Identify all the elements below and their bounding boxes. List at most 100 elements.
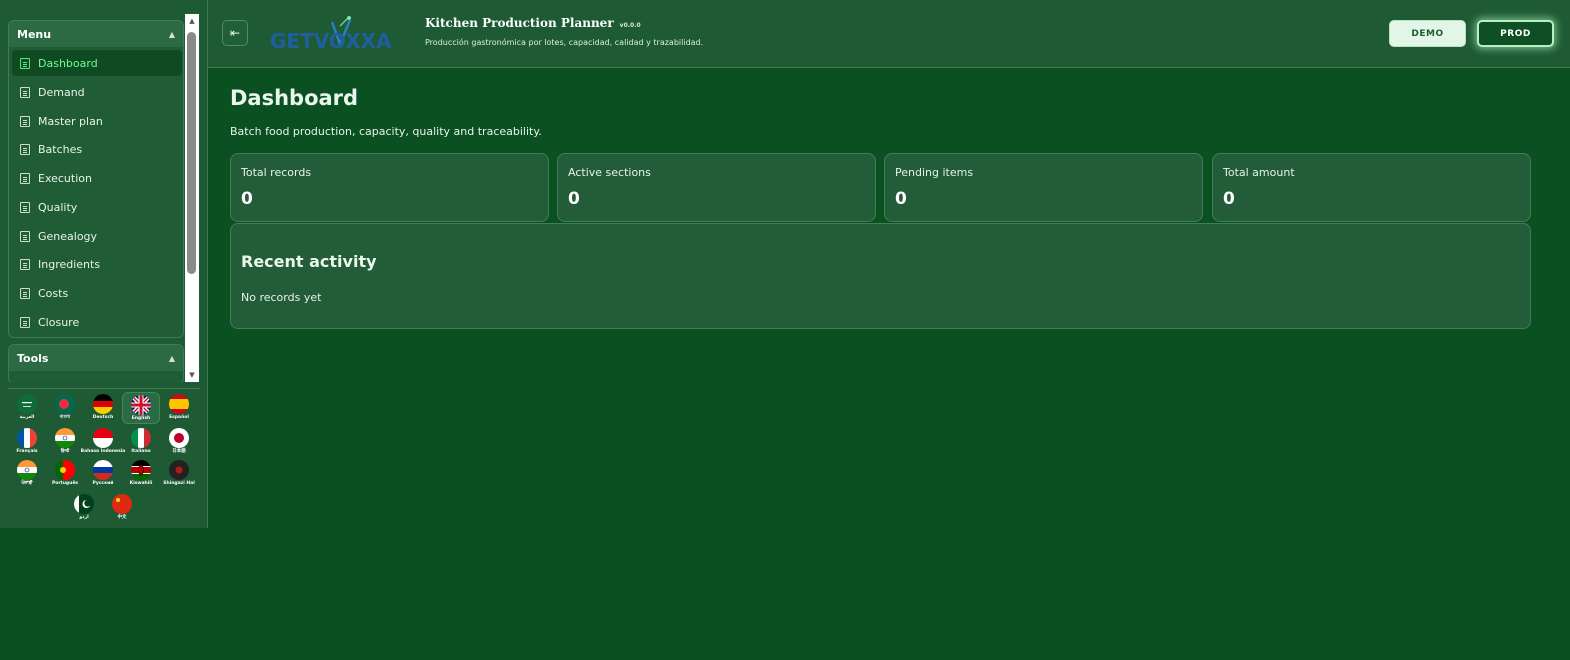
indonesia-flag-icon bbox=[93, 428, 113, 448]
sidebar-item-label: Batches bbox=[38, 142, 83, 156]
sidebar-item-batches[interactable]: Batches bbox=[12, 136, 182, 162]
sidebar-scrollbar[interactable]: ▲ ▼ bbox=[185, 14, 199, 382]
language-german[interactable]: Deutsch bbox=[84, 392, 122, 424]
language-english[interactable]: English bbox=[122, 392, 160, 424]
language-portuguese[interactable]: Português bbox=[46, 458, 84, 490]
sidebar-item-label: Execution bbox=[38, 171, 92, 185]
germany-flag-icon bbox=[93, 394, 113, 414]
language-italian[interactable]: Italiano bbox=[122, 426, 160, 458]
sidebar-item-master-plan[interactable]: Master plan bbox=[12, 108, 182, 134]
menu-section: Menu ▲ Dashboard Demand Master plan Batc… bbox=[8, 20, 184, 338]
document-icon bbox=[20, 86, 30, 98]
language-label: ਪੰਜਾਬੀ bbox=[21, 481, 33, 486]
sidebar-item-genealogy[interactable]: Genealogy bbox=[12, 223, 182, 249]
pakistan-flag-icon bbox=[74, 494, 94, 514]
sidebar-item-execution[interactable]: Execution bbox=[12, 165, 182, 191]
collapse-caret-icon: ▲ bbox=[168, 353, 175, 363]
stat-value: 0 bbox=[568, 189, 580, 209]
app-subtitle: Producción gastronómica por lotes, capac… bbox=[425, 38, 704, 47]
stat-card-total-records: Total records 0 bbox=[230, 153, 549, 222]
sidebar-toggle-button[interactable]: ⇤ bbox=[222, 20, 248, 46]
language-swahili[interactable]: Kiswahili bbox=[122, 458, 160, 490]
tools-header[interactable]: Tools ▲ bbox=[9, 345, 183, 371]
france-flag-icon bbox=[17, 428, 37, 448]
scroll-up-arrow-icon[interactable]: ▲ bbox=[185, 14, 199, 28]
sidebar-item-label: Closure bbox=[38, 315, 80, 329]
stat-value: 0 bbox=[241, 189, 253, 209]
japan-flag-icon bbox=[169, 428, 189, 448]
document-icon bbox=[20, 316, 30, 328]
saudi-flag-icon bbox=[17, 394, 37, 414]
document-icon bbox=[20, 143, 30, 155]
language-japanese[interactable]: 日本語 bbox=[160, 426, 198, 458]
uk-flag-icon bbox=[131, 395, 151, 415]
page-subtitle: Batch food production, capacity, quality… bbox=[230, 125, 542, 138]
menu-header[interactable]: Menu ▲ bbox=[9, 21, 183, 47]
scroll-down-arrow-icon[interactable]: ▼ bbox=[185, 368, 199, 382]
stat-label: Pending items bbox=[895, 166, 974, 179]
sidebar-item-closure[interactable]: Closure bbox=[12, 309, 182, 335]
language-label: Shingazi Hal bbox=[163, 481, 195, 486]
language-label: Deutsch bbox=[92, 415, 114, 420]
stat-value: 0 bbox=[895, 189, 907, 209]
getvoxxa-logo: GETVOXXA bbox=[270, 16, 392, 53]
language-spanish[interactable]: Español bbox=[160, 392, 198, 424]
sidebar-item-demand[interactable]: Demand bbox=[12, 79, 182, 105]
sidebar-item-label: Ingredients bbox=[38, 257, 101, 271]
sidebar-item-dashboard[interactable]: Dashboard bbox=[12, 50, 182, 76]
language-label: العربية bbox=[19, 415, 35, 420]
language-label: English bbox=[131, 416, 151, 421]
language-chinese[interactable]: 中文 bbox=[103, 492, 141, 524]
sidebar-item-costs[interactable]: Costs bbox=[12, 280, 182, 306]
language-label: Italiano bbox=[131, 449, 151, 454]
language-shingazi[interactable]: Shingazi Hal bbox=[160, 458, 198, 490]
stat-label: Active sections bbox=[568, 166, 651, 179]
language-label: Français bbox=[16, 449, 38, 454]
document-icon bbox=[20, 172, 30, 184]
scrollbar-thumb[interactable] bbox=[187, 32, 196, 274]
language-punjabi[interactable]: ਪੰਜਾਬੀ bbox=[8, 458, 46, 490]
app-title: Kitchen Production Planner v0.0.0 bbox=[425, 16, 641, 30]
page-title: Dashboard bbox=[230, 86, 359, 110]
kenya-flag-icon bbox=[131, 460, 151, 480]
stat-card-active-sections: Active sections 0 bbox=[557, 153, 876, 222]
document-icon bbox=[20, 258, 30, 270]
sidebar-item-label: Quality bbox=[38, 200, 78, 214]
sidebar-item-quality[interactable]: Quality bbox=[12, 194, 182, 220]
recent-activity-title: Recent activity bbox=[241, 252, 377, 271]
sidebar-divider bbox=[8, 388, 200, 389]
empty-state-text: No records yet bbox=[241, 291, 322, 304]
stat-value: 0 bbox=[1223, 189, 1235, 209]
sidebar-item-label: Genealogy bbox=[38, 229, 98, 243]
language-urdu[interactable]: اردو bbox=[65, 492, 103, 524]
language-russian[interactable]: Русский bbox=[84, 458, 122, 490]
language-arabic[interactable]: العربية bbox=[8, 392, 46, 424]
language-label: বাংলা bbox=[59, 415, 71, 420]
recent-activity-card: Recent activity No records yet bbox=[230, 223, 1531, 329]
prod-button[interactable]: PROD bbox=[1477, 20, 1554, 47]
top-header: ⇤ GETVOXXA Kitchen Production Planner v0.… bbox=[208, 0, 1570, 68]
language-label: Português bbox=[51, 481, 79, 486]
dark-flag-icon bbox=[169, 460, 189, 480]
document-icon bbox=[20, 287, 30, 299]
language-indonesian[interactable]: Bahasa Indonesia bbox=[81, 426, 125, 458]
app-title-text: Kitchen Production Planner bbox=[425, 16, 614, 30]
language-bengali[interactable]: বাংলা bbox=[46, 392, 84, 424]
tools-section: Tools ▲ bbox=[8, 344, 184, 382]
language-label: हिन्दी bbox=[60, 449, 70, 454]
sidebar-item-label: Costs bbox=[38, 286, 69, 300]
language-label: 日本語 bbox=[172, 449, 186, 454]
language-hindi[interactable]: हिन्दी bbox=[46, 426, 84, 458]
language-french[interactable]: Français bbox=[8, 426, 46, 458]
collapse-sidebar-icon: ⇤ bbox=[229, 26, 241, 40]
demo-button[interactable]: DEMO bbox=[1389, 20, 1466, 47]
language-label: Kiswahili bbox=[129, 481, 153, 486]
menu-title: Menu bbox=[17, 27, 52, 41]
portugal-flag-icon bbox=[55, 460, 75, 480]
italy-flag-icon bbox=[131, 428, 151, 448]
russia-flag-icon bbox=[93, 460, 113, 480]
sidebar-item-ingredients[interactable]: Ingredients bbox=[12, 251, 182, 277]
document-icon bbox=[20, 201, 30, 213]
app-version: v0.0.0 bbox=[619, 22, 641, 29]
stat-label: Total amount bbox=[1223, 166, 1295, 179]
